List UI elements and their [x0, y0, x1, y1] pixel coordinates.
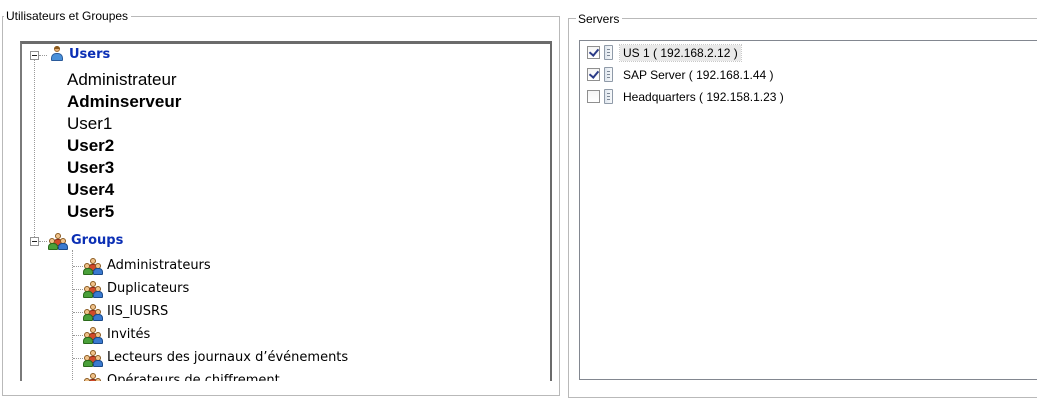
tree-line: [39, 241, 47, 242]
tree-item-user[interactable]: Adminserveur: [67, 92, 181, 112]
server-checkbox[interactable]: [587, 68, 600, 81]
tree-item-user[interactable]: Administrateur: [67, 70, 177, 90]
tree-line: [72, 250, 73, 381]
group-icon: [83, 304, 103, 321]
group-icon: [83, 327, 103, 344]
tree-line: [73, 358, 83, 359]
tree-item-user[interactable]: User2: [67, 136, 114, 156]
tree-line: [39, 55, 47, 56]
tree-root-groups[interactable]: Groups: [71, 233, 123, 249]
tree-item-group[interactable]: Lecteurs des journaux d’événements: [107, 350, 348, 366]
users-groups-title: Utilisateurs et Groupes: [4, 9, 132, 23]
server-label[interactable]: US 1 ( 192.168.2.12 ): [619, 44, 742, 62]
server-checkbox[interactable]: [587, 90, 600, 103]
tree-line: [73, 312, 83, 313]
server-icon: [604, 45, 613, 60]
user-icon: [49, 46, 65, 62]
tree-line: [73, 266, 83, 267]
group-icon: [48, 233, 68, 250]
servers-list[interactable]: US 1 ( 192.168.2.12 ) SAP Server ( 192.1…: [579, 40, 1037, 380]
server-checkbox[interactable]: [587, 46, 600, 59]
tree-line: [34, 60, 35, 237]
server-label[interactable]: Headquarters ( 192.158.1.23 ): [620, 89, 787, 105]
tree-item-group[interactable]: Administrateurs: [107, 258, 211, 274]
tree-item-group[interactable]: Invités: [107, 327, 150, 343]
tree-item-group[interactable]: Duplicateurs: [107, 281, 189, 297]
tree-root-users[interactable]: Users: [69, 47, 110, 63]
server-icon: [604, 89, 613, 104]
tree-item-user[interactable]: User1: [67, 114, 112, 134]
users-collapse-icon[interactable]: [30, 51, 39, 60]
tree-item-group[interactable]: IIS_IUSRS: [107, 304, 168, 320]
servers-title: Servers: [576, 12, 623, 26]
tree-line: [73, 289, 83, 290]
group-icon: [83, 281, 103, 298]
tree-item-user[interactable]: User3: [67, 158, 114, 178]
server-icon: [604, 67, 613, 82]
tree-item-user[interactable]: User4: [67, 180, 114, 200]
server-label[interactable]: SAP Server ( 192.168.1.44 ): [620, 67, 777, 83]
groups-collapse-icon[interactable]: [30, 237, 39, 246]
group-icon: [83, 258, 103, 275]
tree-item-user[interactable]: User5: [67, 202, 114, 222]
tree-item-group[interactable]: Opérateurs de chiffrement: [107, 373, 280, 381]
group-icon: [83, 350, 103, 367]
group-icon: [83, 373, 103, 381]
tree-line: [73, 335, 83, 336]
users-groups-tree[interactable]: Users Administrateur Adminserveur User1 …: [20, 41, 552, 381]
